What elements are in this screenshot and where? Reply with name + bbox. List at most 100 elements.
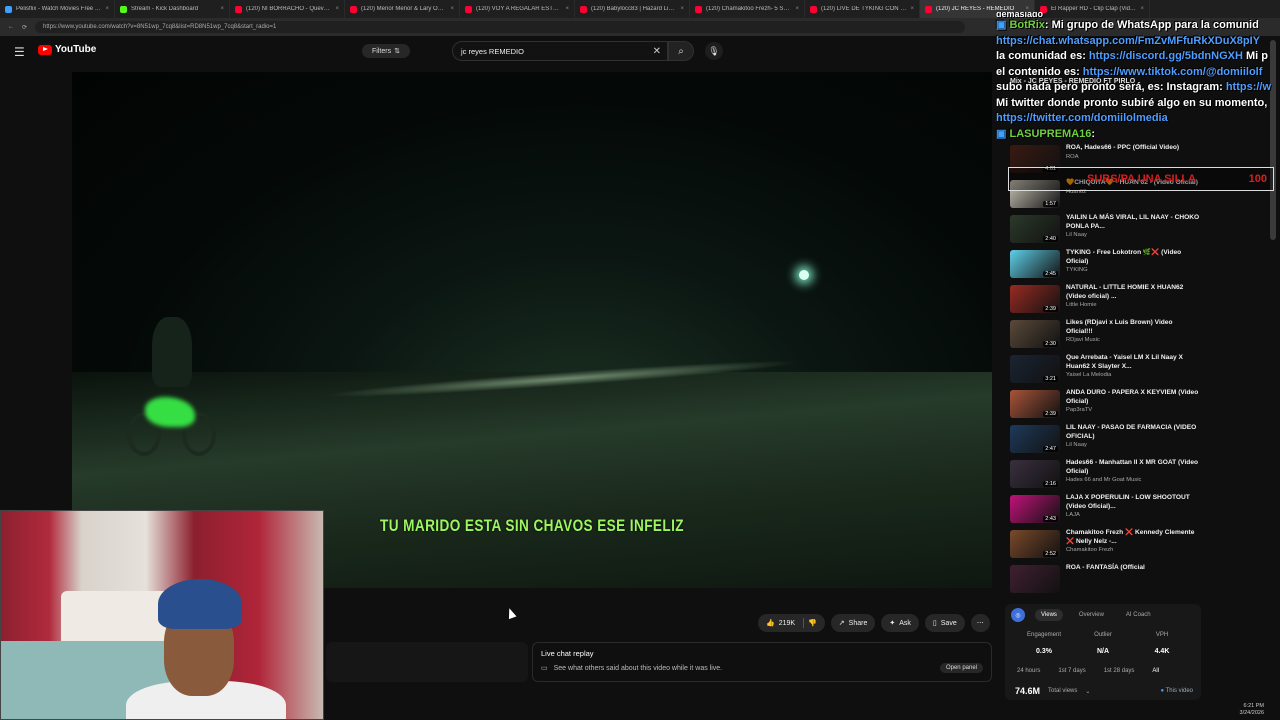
playlist-title[interactable]: ROA, Hades66 - PPC (Official Video) [1066, 144, 1200, 153]
playlist-item[interactable]: 2:47 LIL NAAY - PASAO DE FARMACIA (VIDEO … [1010, 424, 1200, 459]
playlist-thumbnail[interactable]: 2:52 [1010, 530, 1060, 558]
chat-link[interactable]: https://discord.gg/5bdnNGXH [1089, 50, 1243, 62]
chat-link[interactable]: https://www.tiktok.com/@domiilolf [1083, 66, 1263, 78]
playlist-item[interactable]: 2:45 TYKING - Free Lokotron 🌿❌ (Video Ofi… [1010, 249, 1200, 284]
browser-tab[interactable]: (120) LIVE DE TYKING CON FLA... × [805, 0, 920, 18]
tab-close-icon[interactable]: × [910, 6, 914, 12]
reload-icon[interactable]: ⟳ [22, 24, 27, 31]
tab-close-icon[interactable]: × [795, 6, 799, 12]
playlist-title[interactable]: ANDA DURO - PAPERA X KEYVIEM (Video Ofic… [1066, 389, 1200, 406]
playlist-channel: Hades 66 and Mr Goat Music [1066, 477, 1142, 483]
filters-button[interactable]: Filters ⇅ [362, 44, 410, 58]
playlist-meta: NATURAL - LITTLE HOMIE X HUAN62 (Video o… [1066, 284, 1200, 319]
playlist-thumbnail[interactable]: 2:30 [1010, 320, 1060, 348]
url-field[interactable]: https://www.youtube.com/watch?v=8N51wp_7… [35, 21, 966, 33]
tab-close-icon[interactable]: × [450, 6, 454, 12]
youtube-play-icon [38, 44, 52, 55]
browser-tab[interactable]: (120) VOY A REGALAR ESTO DE... × [460, 0, 575, 18]
chat-link[interactable]: https://chat.whatsapp.com/FmZvMFfuRkXDuX… [996, 34, 1280, 50]
browser-tab[interactable]: Stream - Kick Dashboard × [115, 0, 230, 18]
more-actions-button[interactable]: ⋯ [970, 614, 990, 632]
save-button[interactable]: ▯ Save [924, 614, 965, 632]
playlist-thumbnail[interactable]: 2:43 [1010, 495, 1060, 523]
playlist-item[interactable]: 2:39 ANDA DURO - PAPERA X KEYVIEM (Video … [1010, 389, 1200, 424]
playlist-title[interactable]: TYKING - Free Lokotron 🌿❌ (Video Oficial… [1066, 249, 1200, 266]
playlist-title[interactable]: Hades66 - Manhattan II X MR GOAT (Video … [1066, 459, 1200, 476]
clear-icon[interactable]: ✕ [653, 46, 661, 57]
browser-tab[interactable]: (120) Babylocc83 | Hazard Light... × [575, 0, 690, 18]
playlist-title[interactable]: Que Arrebata - Yaisel LM X Lil Naay X Hu… [1066, 354, 1200, 371]
live-chat-desc: See what others said about this video wh… [553, 664, 723, 672]
share-button[interactable]: ↗ Share [830, 614, 876, 632]
youtube-logo[interactable]: YouTube [38, 44, 96, 55]
playlist-title[interactable]: LAJA X POPERULIN - LOW SHOOTOUT (Video O… [1066, 494, 1200, 511]
browser-tab[interactable]: (120) Menor Menor & Lary Ove... × [345, 0, 460, 18]
playlist-meta: Hades66 - Manhattan II X MR GOAT (Video … [1066, 459, 1200, 494]
playlist-thumbnail[interactable]: 3:21 [1010, 355, 1060, 383]
menu-icon[interactable]: ☰ [14, 45, 25, 59]
playlist-item[interactable]: 3:21 Que Arrebata - Yaisel LM X Lil Naay … [1010, 354, 1200, 389]
playlist-item[interactable]: 2:52 Chamakitoo Frezh ❌ Kennedy Clemente … [1010, 529, 1200, 564]
playlist-title[interactable]: Likes (RDjavi x Luis Brown) Video Oficia… [1066, 319, 1200, 336]
user-badge-icon: ▣ [996, 127, 1007, 140]
ask-button[interactable]: ✦ Ask [881, 614, 919, 632]
search-button[interactable]: ⌕ [668, 41, 694, 61]
playlist-item[interactable]: 2:30 Likes (RDjavi x Luis Brown) Video Of… [1010, 319, 1200, 354]
playlist-item[interactable]: 2:40 YAILIN LA MÁS VIRAL, LIL NAAY - CHOK… [1010, 214, 1200, 249]
mic-icon[interactable]: 🎙 [705, 42, 723, 60]
browser-tab[interactable]: Pelisflix - Watch Movies Free O... × [0, 0, 115, 18]
chat-link[interactable]: https://twitter.com/domiilolmedia [996, 111, 1280, 127]
period-all[interactable]: All [1152, 668, 1159, 674]
tab-label: (120) NI BORRACHO - Queved... [246, 6, 332, 12]
playlist-item[interactable]: 2:16 Hades66 - Manhattan II X MR GOAT (Vi… [1010, 459, 1200, 494]
playlist-title[interactable]: ROA - FANTASÍA (Official [1066, 564, 1200, 573]
tab-close-icon[interactable]: × [680, 6, 684, 12]
tab-close-icon[interactable]: × [335, 6, 339, 12]
playlist-thumbnail[interactable]: 2:45 [1010, 250, 1060, 278]
like-button[interactable]: 👍 219K 👎 [758, 614, 825, 632]
open-panel-button[interactable]: Open panel [939, 663, 983, 673]
playlist-meta: YAILIN LA MÁS VIRAL, LIL NAAY - CHOKO PO… [1066, 214, 1200, 249]
playlist-thumbnail[interactable]: 2:39 [1010, 285, 1060, 313]
tab-ai-coach[interactable]: AI Coach [1120, 609, 1157, 621]
sub-goal-count: 100 [1248, 173, 1267, 185]
tab-overview[interactable]: Overview [1073, 609, 1110, 621]
chat-line: subo nada pero pronto será, es: Instagra… [996, 80, 1280, 96]
playlist-item[interactable]: 2:43 LAJA X POPERULIN - LOW SHOOTOUT (Vid… [1010, 494, 1200, 529]
total-views-label[interactable]: Total views [1048, 688, 1077, 694]
playlist-thumbnail[interactable] [1010, 565, 1060, 593]
back-icon[interactable]: ← [8, 24, 14, 30]
tab-views[interactable]: Views [1035, 609, 1063, 621]
live-chat-replay-panel: Live chat replay ▭ See what others said a… [532, 642, 992, 682]
browser-tab[interactable]: (120) Chamakitoo Frezh- 5 STAR... × [690, 0, 805, 18]
dislike-icon[interactable]: 👎 [808, 619, 817, 627]
playlist-thumbnail[interactable]: 2:47 [1010, 425, 1060, 453]
playlist-item[interactable]: 2:39 NATURAL - LITTLE HOMIE X HUAN62 (Vid… [1010, 284, 1200, 319]
tab-favicon-icon [5, 5, 12, 13]
playlist: 4:01 ROA, Hades66 - PPC (Official Video) R… [1010, 144, 1200, 599]
tab-close-icon[interactable]: × [105, 6, 109, 12]
playlist-meta: TYKING - Free Lokotron 🌿❌ (Video Oficial… [1066, 249, 1200, 284]
playlist-channel: Little Homie [1066, 302, 1097, 308]
chat-icon: ▭ [541, 665, 548, 672]
period-28d[interactable]: 1st 28 days [1104, 668, 1135, 674]
chevron-down-icon: ⌄ [1085, 688, 1091, 695]
browser-tab[interactable]: (120) NI BORRACHO - Queved... × [230, 0, 345, 18]
webcam-overlay [0, 510, 324, 720]
playlist-title[interactable]: Chamakitoo Frezh ❌ Kennedy Clemente ❌ Ne… [1066, 529, 1200, 546]
playlist-thumbnail[interactable]: 2:40 [1010, 215, 1060, 243]
playlist-title[interactable]: YAILIN LA MÁS VIRAL, LIL NAAY - CHOKO PO… [1066, 214, 1200, 231]
tab-close-icon[interactable]: × [565, 6, 569, 12]
tab-close-icon[interactable]: × [220, 6, 224, 12]
playlist-thumbnail[interactable]: 2:39 [1010, 390, 1060, 418]
period-7d[interactable]: 1st 7 days [1058, 668, 1085, 674]
playlist-title[interactable]: LIL NAAY - PASAO DE FARMACIA (VIDEO OFIC… [1066, 424, 1200, 441]
chat-link[interactable]: https://w [1226, 81, 1271, 93]
playlist-thumbnail[interactable]: 2:16 [1010, 460, 1060, 488]
playlist-item[interactable]: ROA - FANTASÍA (Official [1010, 564, 1200, 599]
playlist-title[interactable]: NATURAL - LITTLE HOMIE X HUAN62 (Video o… [1066, 284, 1200, 301]
video-duration: 2:39 [1043, 306, 1058, 312]
period-24h[interactable]: 24 hours [1017, 668, 1040, 674]
description-panel[interactable] [326, 642, 528, 682]
search-input[interactable]: jc reyes REMEDIO ✕ [452, 41, 668, 61]
